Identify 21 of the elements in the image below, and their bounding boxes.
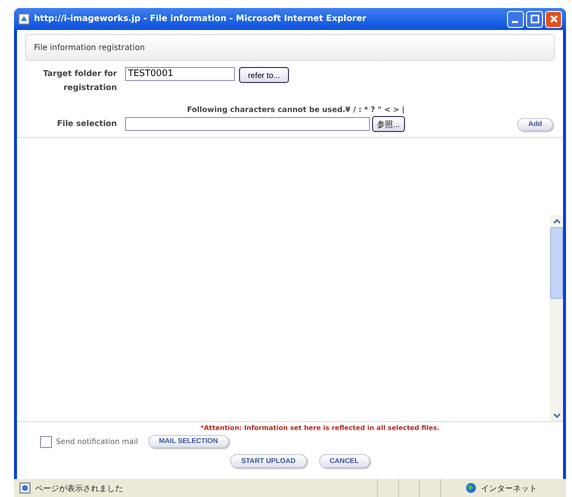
section-title: File information registration — [34, 43, 145, 52]
field-label: Target folder for registration — [42, 68, 117, 94]
scrollbar[interactable] — [550, 215, 563, 421]
status-text: ページが表示されました — [35, 482, 124, 494]
close-button[interactable] — [545, 10, 562, 28]
zone-text: インターネット — [481, 482, 538, 494]
folder-field[interactable]: TEST0001 — [125, 67, 235, 81]
file-field[interactable] — [125, 117, 370, 131]
minimize-button[interactable] — [507, 10, 524, 28]
field-label: File selection — [56, 118, 117, 130]
maximize-icon — [530, 14, 540, 24]
browse-button[interactable]: 参照... — [372, 116, 405, 132]
globe-icon — [465, 482, 477, 494]
window-title: http://i-imageworks.jp - File information - Microsoft Internet Explorer — [34, 14, 368, 24]
page-icon — [18, 13, 30, 25]
maximize-button[interactable] — [526, 10, 543, 28]
close-icon — [548, 14, 558, 24]
refer-button[interactable]: refer to... — [239, 67, 290, 83]
page-icon — [19, 482, 31, 494]
minimize-icon — [512, 21, 518, 23]
checkbox[interactable] — [40, 436, 52, 448]
